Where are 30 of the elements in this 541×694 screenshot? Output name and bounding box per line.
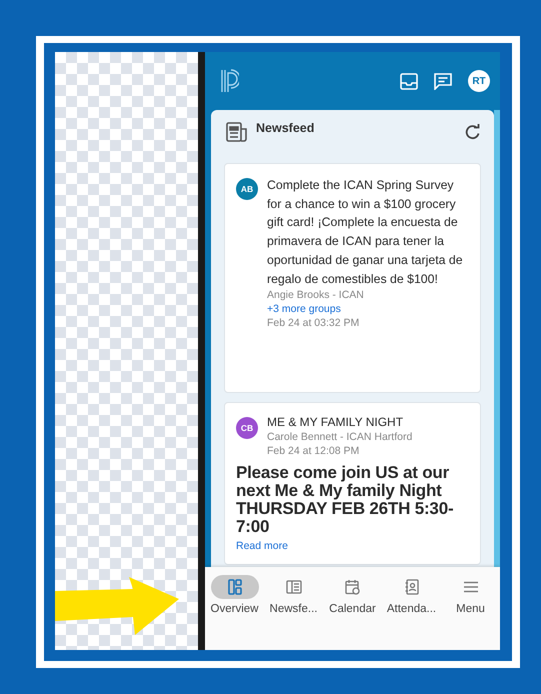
post-text: Please come join US at our next Me & My family Night THURSDAY FEB 26TH 5:30-7:00 [236,464,454,536]
inbox-icon[interactable] [400,72,418,90]
nav-tab[interactable]: Attenda... [382,575,441,650]
nav-tab[interactable]: Newsfe... [264,575,323,650]
nav-tab[interactable]: Menu [441,575,500,650]
read-more-link[interactable]: Read more [236,539,288,553]
newspaper-icon [226,122,248,142]
chat-icon[interactable] [434,72,452,90]
logo-icon [221,69,239,93]
nav-tab[interactable]: Calendar [323,575,382,650]
post-time: Feb 24 at 03:32 PM [267,316,360,330]
user-avatar[interactable]: RT [468,70,490,92]
post-author: Angie Brooks - ICAN [267,288,365,302]
post-author: Carole Bennett - ICAN Hartford [267,430,412,444]
avatar: CB [236,417,258,439]
refresh-icon[interactable] [465,124,481,140]
post-text: Complete the ICAN Spring Survey for a chance to win a $100 grocery gift card! ¡Complete la encuesta de primavera de ICAN para tener la oportunidad de ganar una tarjeta de regalo de comestibles de $100! [267,177,463,288]
calendar-icon [345,579,360,595]
more-groups-link[interactable]: +3 more groups [267,302,341,316]
post-title: ME & MY FAMILY NIGHT [267,415,404,430]
nav-tab[interactable]: Overview [205,575,264,650]
contact-book-icon [404,579,418,595]
overview-icon [228,579,242,595]
post-card[interactable]: CB ME & MY FAMILY NIGHT Carole Bennett - ICAN Hartford Feb 24 at 12:08 PM Please come join US at our next Me & My family Night THURSDAY FEB 26TH 5:30-7:00 Read more [224,402,481,565]
post-time: Feb 24 at 12:08 PM [267,444,360,458]
newsfeed-icon [286,580,302,594]
avatar: AB [236,178,258,200]
newsfeed-title: Newsfeed [256,121,314,135]
post-card[interactable] [224,163,481,393]
menu-icon [462,581,478,593]
